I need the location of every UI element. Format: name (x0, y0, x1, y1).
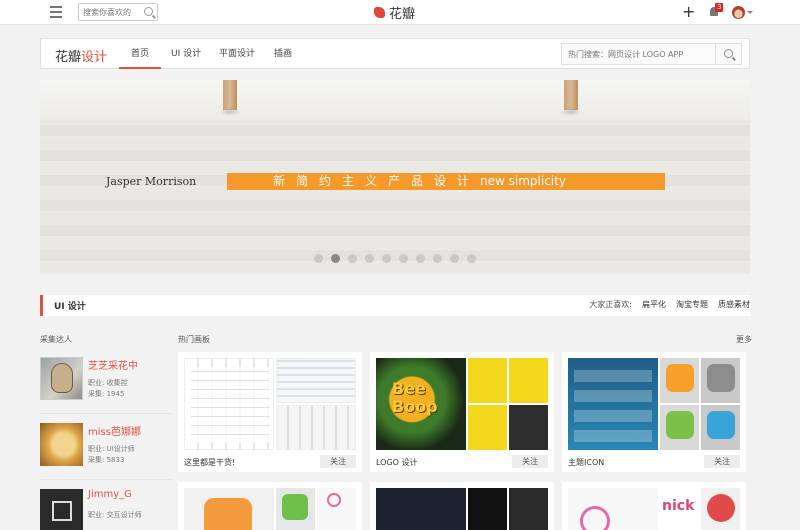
carousel-dot[interactable] (416, 254, 425, 263)
hero-banner[interactable]: Jasper Morrison 新简约主义产品设计new simplicity (40, 80, 750, 274)
site-logo[interactable]: 花瓣 (374, 4, 416, 22)
divider (40, 479, 172, 480)
carousel-dot[interactable] (467, 254, 476, 263)
avatar[interactable] (40, 423, 83, 466)
plus-icon[interactable]: + (682, 3, 695, 21)
board-card[interactable]: 这里都是干货! 关注 (178, 352, 362, 472)
notification-badge: 3 (715, 3, 724, 12)
follow-button[interactable]: 关注 (320, 455, 356, 468)
logo-mark-icon (374, 6, 385, 18)
carousel-dot[interactable] (433, 254, 442, 263)
hot-search[interactable] (561, 43, 742, 65)
carousel-dot[interactable] (365, 254, 374, 263)
search-button[interactable] (715, 44, 741, 64)
popular-tag[interactable]: 质感素材 (718, 299, 750, 310)
section-header: UI 设计 大家正喜欢: 扁平化 淘宝专题 质感素材 (40, 295, 750, 316)
board-thumbnails[interactable] (568, 358, 740, 450)
collectors-title: 采集达人 (40, 335, 72, 344)
follow-button[interactable]: 关注 (512, 455, 548, 468)
collector-name[interactable]: Jimmy_G (88, 489, 132, 500)
search-icon (724, 49, 733, 58)
carousel-dots (314, 254, 476, 263)
carousel-dot[interactable] (314, 254, 323, 263)
chair-leg-image (560, 80, 582, 116)
menu-icon[interactable] (50, 6, 62, 18)
board-thumbnail[interactable] (184, 358, 274, 450)
board-card[interactable]: nick (562, 482, 746, 530)
collector-item[interactable]: Jimmy_G 职业: 交互设计师 (40, 489, 170, 530)
boards-title: 热门画板 (178, 335, 210, 344)
banner-wall (40, 80, 750, 120)
top-bar: 花瓣 + 3 (0, 0, 800, 25)
tab-ui-design[interactable]: UI 设计 (159, 39, 213, 69)
board-thumbnail[interactable] (568, 358, 658, 450)
board-name[interactable]: LOGO 设计 (376, 457, 418, 468)
tab-home[interactable]: 首页 (119, 39, 162, 69)
user-avatar[interactable] (732, 6, 745, 19)
board-thumbnail[interactable] (660, 358, 740, 403)
collector-meta: 职业: 收集控 采集: 1945 (88, 379, 128, 398)
popular-tags: 大家正喜欢: 扁平化 淘宝专题 质感素材 (589, 299, 750, 310)
divider (40, 413, 172, 414)
collector-item[interactable]: 芝芝采花中 职业: 收集控 采集: 1945 (40, 357, 170, 405)
global-search-input[interactable] (79, 4, 141, 20)
collector-name[interactable]: 芝芝采花中 (88, 357, 138, 372)
avatar[interactable] (40, 489, 83, 530)
tab-graphic-design[interactable]: 平面设计 (207, 39, 267, 69)
popular-tags-label: 大家正喜欢: (589, 300, 632, 309)
logo-text: 花瓣 (389, 6, 416, 22)
board-thumbnails[interactable] (184, 488, 356, 530)
board-card[interactable]: 主题ICON 关注 (562, 352, 746, 472)
banner-tagline: 新简约主义产品设计new simplicity (227, 173, 665, 190)
collector-name[interactable]: miss芭娜娜 (88, 423, 141, 438)
board-thumbnails[interactable]: Bee Boop (376, 358, 548, 450)
carousel-dot-active[interactable] (331, 254, 340, 263)
carousel-dot[interactable] (348, 254, 357, 263)
chevron-down-icon[interactable] (747, 11, 753, 14)
board-thumbnail[interactable] (468, 405, 548, 450)
popular-tag[interactable]: 淘宝专题 (676, 299, 708, 310)
section-brand[interactable]: 花瓣设计 (55, 46, 107, 65)
board-thumbnail[interactable] (468, 358, 548, 403)
board-name[interactable]: 这里都是干货! (184, 457, 235, 468)
carousel-dot[interactable] (399, 254, 408, 263)
board-thumbnail[interactable] (276, 405, 356, 450)
collector-meta: 职业: UI设计师 采集: 5833 (88, 445, 135, 464)
board-card[interactable] (178, 482, 362, 530)
hot-search-input[interactable] (562, 44, 714, 64)
board-thumbnails[interactable] (184, 358, 356, 450)
carousel-dot[interactable] (382, 254, 391, 263)
board-thumbnail[interactable] (660, 405, 740, 450)
board-thumbnail[interactable]: Bee Boop (376, 358, 466, 450)
more-link[interactable]: 更多 (736, 334, 752, 345)
avatar[interactable] (40, 357, 83, 400)
sub-navigation: 花瓣设计 首页 UI 设计 平面设计 插画 (40, 38, 750, 69)
popular-tag[interactable]: 扁平化 (642, 299, 666, 310)
search-icon[interactable] (144, 7, 153, 16)
board-thumbnail[interactable] (276, 358, 356, 403)
board-name[interactable]: 主题ICON (568, 457, 604, 468)
chair-leg-image (219, 80, 241, 116)
follow-button[interactable]: 关注 (704, 455, 740, 468)
board-card[interactable]: Bee Boop LOGO 设计 关注 (370, 352, 554, 472)
carousel-dot[interactable] (450, 254, 459, 263)
collector-item[interactable]: miss芭娜娜 职业: UI设计师 采集: 5833 (40, 423, 170, 471)
board-thumbnails[interactable]: nick (568, 488, 740, 530)
global-search[interactable] (78, 3, 158, 21)
board-thumbnails[interactable] (376, 488, 548, 530)
board-card[interactable] (370, 482, 554, 530)
collector-meta: 职业: 交互设计师 (88, 511, 142, 519)
banner-signature: Jasper Morrison (106, 175, 197, 188)
tab-illustration[interactable]: 插画 (262, 39, 304, 69)
section-title: UI 设计 (54, 302, 86, 312)
